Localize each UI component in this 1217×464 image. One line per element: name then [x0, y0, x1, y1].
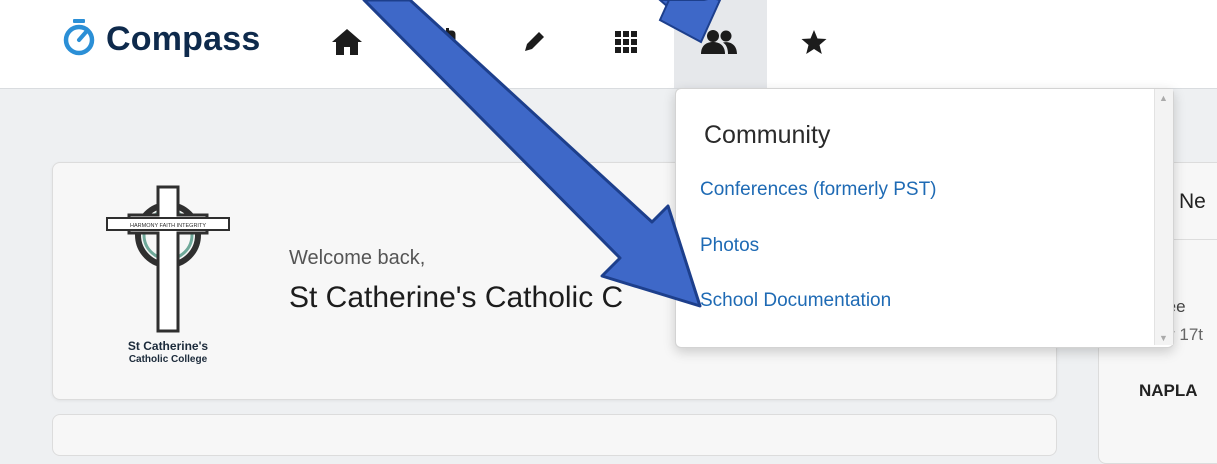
brand[interactable]: Compass [62, 18, 260, 61]
community-dropdown-menu: Community Conferences (formerly PST) Pho… [675, 88, 1174, 348]
school-name: St Catherine's Catholic C [289, 281, 624, 314]
news-panel-heading: Ne [1179, 190, 1206, 213]
news-item-title[interactable]: NAPLA [1139, 381, 1198, 401]
logo-text-line2: Catholic College [128, 354, 208, 365]
menu-item-conferences[interactable]: Conferences (formerly PST) [700, 179, 937, 201]
top-navigation-bar: Compass [0, 0, 1217, 89]
brand-name: Compass [106, 20, 261, 58]
compass-stopwatch-icon [62, 18, 96, 61]
secondary-card [52, 414, 1057, 456]
dropdown-scrollbar[interactable]: ▲ ▼ [1154, 89, 1173, 345]
news-item-date: r 17t [1169, 325, 1204, 344]
home-icon[interactable] [323, 20, 371, 64]
pencil-icon[interactable] [510, 20, 558, 64]
dropdown-title: Community [704, 121, 831, 149]
svg-text:HARMONY FAITH INTEGRITY: HARMONY FAITH INTEGRITY [130, 223, 206, 229]
scroll-down-icon[interactable]: ▼ [1159, 333, 1168, 343]
star-icon[interactable] [790, 20, 838, 64]
school-logo: HARMONY FAITH INTEGRITY St Catherine's C… [103, 183, 233, 379]
grid-icon[interactable] [602, 20, 650, 64]
people-icon[interactable] [695, 20, 743, 64]
menu-item-school-documentation[interactable]: School Documentation [700, 290, 891, 312]
calendar-icon[interactable] [418, 20, 466, 64]
logo-text-line1: St Catherine's [127, 339, 209, 353]
menu-item-photos[interactable]: Photos [700, 235, 759, 257]
scroll-up-icon[interactable]: ▲ [1159, 93, 1168, 103]
welcome-greeting: Welcome back, [289, 247, 426, 269]
